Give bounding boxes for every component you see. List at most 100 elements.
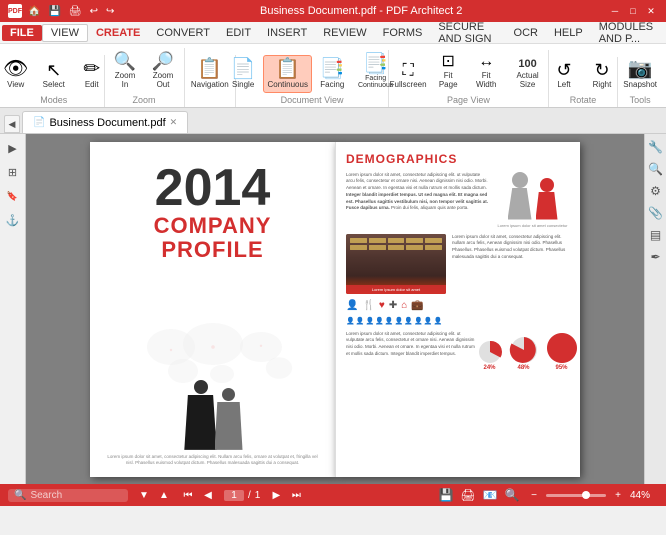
pdf-page-left: 2014 COMPANY PROFILE bbox=[90, 142, 335, 477]
actual-size-label: Actual Size bbox=[511, 71, 544, 89]
menu-forms[interactable]: FORMS bbox=[375, 25, 431, 41]
title-bar-left: PDF 🏠 💾 🖨 ↩ ↪ bbox=[8, 4, 114, 18]
single-btn[interactable]: 📄 Single bbox=[225, 55, 261, 93]
pdf-document: 2014 COMPANY PROFILE bbox=[82, 134, 588, 484]
modes-items: 👁 View ↖ Select ✏ Edit bbox=[0, 55, 110, 93]
right-search-btn[interactable]: 🔍 bbox=[647, 160, 665, 178]
page-next-btn[interactable]: ▶ bbox=[268, 487, 284, 503]
title-bar-quick-access: 🏠 💾 🖨 ↩ ↪ bbox=[28, 6, 114, 17]
search-input[interactable] bbox=[30, 490, 110, 501]
ribbon: 👁 View ↖ Select ✏ Edit Modes 🔍 Zoom In bbox=[0, 44, 666, 108]
undo-icon[interactable]: ↩ bbox=[90, 6, 98, 17]
zoom-in-label: Zoom In bbox=[112, 71, 138, 89]
zoom-slider[interactable] bbox=[546, 494, 606, 497]
pages-panel-btn[interactable]: ⊞ bbox=[3, 162, 23, 182]
world-map-area bbox=[105, 262, 320, 450]
tab-nav-prev[interactable]: ◀ bbox=[4, 115, 20, 133]
page-last-btn[interactable]: ⏭ bbox=[288, 487, 304, 503]
facing-btn[interactable]: 📑 Facing bbox=[314, 55, 350, 93]
close-btn[interactable]: ✕ bbox=[644, 4, 658, 18]
zoom-in-btn[interactable]: 🔍 Zoom In bbox=[107, 48, 143, 93]
page-indicator: / 1 bbox=[224, 490, 260, 501]
save-icon[interactable]: 💾 bbox=[48, 6, 60, 17]
page-first-btn[interactable]: ⏮ bbox=[180, 487, 196, 503]
navigation-label: Navigation bbox=[191, 80, 229, 89]
search-icon: 🔍 bbox=[14, 490, 26, 501]
fit-width-btn[interactable]: ↔ Fit Width bbox=[468, 50, 504, 93]
minimize-btn[interactable]: ─ bbox=[608, 4, 622, 18]
pr6: 👤 bbox=[395, 317, 404, 325]
rotate-right-btn[interactable]: ↻ Right bbox=[584, 57, 620, 93]
ribbon-group-modes: 👁 View ↖ Select ✏ Edit Modes bbox=[4, 55, 105, 107]
fullscreen-btn[interactable]: ⛶ Fullscreen bbox=[388, 59, 428, 93]
bookmarks-btn[interactable]: 🔖 bbox=[3, 186, 23, 206]
pdf-viewer[interactable]: 2014 COMPANY PROFILE bbox=[26, 134, 644, 484]
tab-business-doc[interactable]: 📄 Business Document.pdf ✕ bbox=[22, 111, 188, 133]
continuous-btn[interactable]: 📋 Continuous bbox=[263, 55, 312, 93]
menu-edit[interactable]: EDIT bbox=[218, 25, 259, 41]
search-box[interactable]: 🔍 bbox=[8, 489, 128, 502]
maximize-btn[interactable]: □ bbox=[626, 4, 640, 18]
pie-svg-95 bbox=[545, 331, 579, 365]
view-btn[interactable]: 👁 View bbox=[0, 55, 34, 93]
nav-up-btn[interactable]: ▲ bbox=[156, 487, 172, 503]
snapshot-btn[interactable]: 📷 Snapshot bbox=[618, 55, 662, 93]
left-sidebar: ▶ ⊞ 🔖 ⚓ bbox=[0, 134, 26, 484]
menu-ocr[interactable]: OCR bbox=[506, 25, 546, 41]
right-layers-btn[interactable]: ▤ bbox=[647, 226, 665, 244]
pr10: 👤 bbox=[433, 317, 442, 325]
page-prev-btn[interactable]: ◀ bbox=[200, 487, 216, 503]
document-area: ▶ ⊞ 🔖 ⚓ 2014 COMPANY PROFILE bbox=[0, 134, 666, 484]
house-icon: ⌂ bbox=[401, 300, 407, 311]
menu-convert[interactable]: CONVERT bbox=[148, 25, 218, 41]
right-sign-btn[interactable]: ✒ bbox=[647, 248, 665, 266]
pr3: 👤 bbox=[365, 317, 374, 325]
right-attach-btn[interactable]: 📎 bbox=[647, 204, 665, 222]
zoom-out-status-btn[interactable]: − bbox=[526, 487, 542, 503]
right-tools2-btn[interactable]: ⚙ bbox=[647, 182, 665, 200]
snapshot-label: Snapshot bbox=[623, 80, 657, 89]
menu-view[interactable]: VIEW bbox=[42, 24, 88, 42]
zoom-items: 🔍 Zoom In 🔍 Zoom Out bbox=[107, 48, 181, 93]
demographics-title: DEMOGRAPHICS bbox=[346, 152, 570, 166]
menu-file[interactable]: FILE bbox=[2, 25, 42, 41]
right-tools1-btn[interactable]: 🔧 bbox=[647, 138, 665, 156]
zoom-thumb[interactable] bbox=[582, 491, 590, 499]
status-nav: ▼ ▲ bbox=[136, 487, 172, 503]
redo-icon[interactable]: ↪ bbox=[106, 6, 114, 17]
zoom-in-status-btn[interactable]: + bbox=[610, 487, 626, 503]
right-top-row: Lorem ipsum dolor sit amet, consectetur … bbox=[346, 172, 570, 228]
anchor-btn[interactable]: ⚓ bbox=[3, 210, 23, 230]
building-caption: Lorem ipsum dolor sit amet bbox=[346, 285, 446, 294]
menu-bar: FILE VIEW CREATE CONVERT EDIT INSERT REV… bbox=[0, 22, 666, 44]
home-icon[interactable]: 🏠 bbox=[28, 6, 40, 17]
status-icon3[interactable]: 📧 bbox=[482, 487, 498, 503]
menu-secure[interactable]: SECURE AND SIGN bbox=[430, 19, 505, 47]
menu-create[interactable]: CREATE bbox=[88, 25, 148, 41]
print-icon[interactable]: 🖨 bbox=[69, 6, 82, 17]
status-icon2[interactable]: 🖨 bbox=[460, 487, 476, 503]
fit-page-btn[interactable]: ⊡ Fit Page bbox=[430, 50, 466, 93]
page-number-input[interactable] bbox=[224, 490, 244, 501]
actual-size-icon: 100 bbox=[518, 59, 536, 70]
menu-help[interactable]: HELP bbox=[546, 25, 591, 41]
actual-size-btn[interactable]: 100 Actual Size bbox=[506, 55, 549, 93]
rotate-left-icon: ↺ bbox=[556, 61, 571, 79]
edit-icon: ✏ bbox=[83, 59, 100, 79]
menu-modules[interactable]: MODULES AND P... bbox=[591, 19, 664, 47]
briefcase-icon: 💼 bbox=[411, 300, 423, 311]
status-icon1[interactable]: 💾 bbox=[438, 487, 454, 503]
tab-close-btn[interactable]: ✕ bbox=[170, 117, 178, 128]
menu-review[interactable]: REVIEW bbox=[315, 25, 374, 41]
ribbon-groups: 👁 View ↖ Select ✏ Edit Modes 🔍 Zoom In bbox=[0, 48, 666, 107]
status-icon4[interactable]: 🔍 bbox=[504, 487, 520, 503]
select-btn[interactable]: ↖ Select bbox=[36, 57, 72, 93]
panel-toggle-btn[interactable]: ▶ bbox=[3, 138, 23, 158]
snapshot-icon: 📷 bbox=[628, 59, 653, 79]
zoom-out-btn[interactable]: 🔍 Zoom Out bbox=[145, 48, 181, 93]
nav-down-btn[interactable]: ▼ bbox=[136, 487, 152, 503]
zoom-level: 44% bbox=[630, 490, 658, 501]
menu-insert[interactable]: INSERT bbox=[259, 25, 315, 41]
rotate-left-btn[interactable]: ↺ Left bbox=[546, 57, 582, 93]
large-female bbox=[536, 178, 558, 220]
